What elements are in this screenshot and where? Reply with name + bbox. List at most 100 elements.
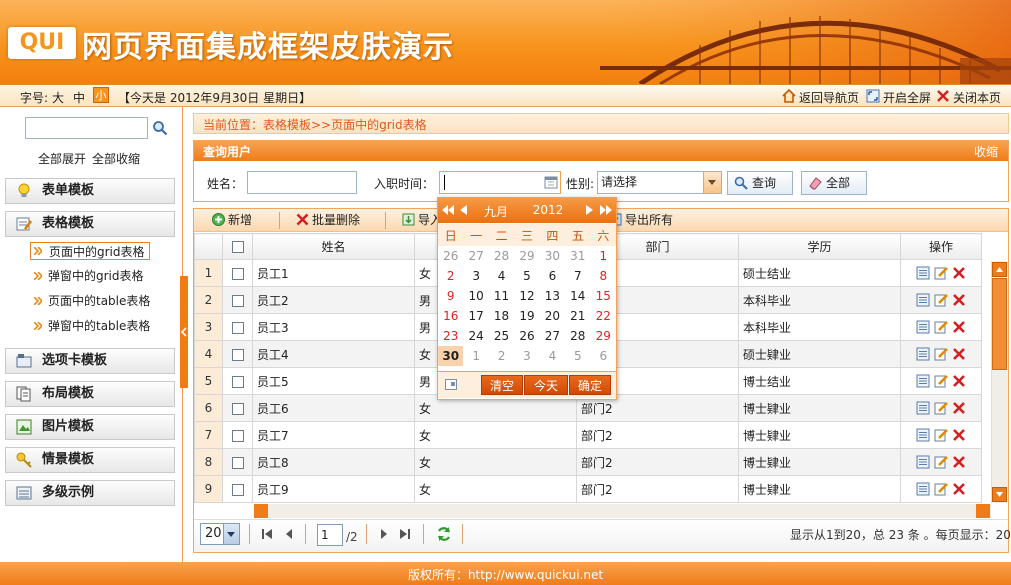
calendar-day[interactable]: 4 <box>489 266 514 286</box>
calendar-day[interactable]: 15 <box>591 286 616 306</box>
scroll-left-button[interactable] <box>254 504 268 518</box>
next-year-icon[interactable] <box>600 205 612 215</box>
row-checkbox[interactable] <box>231 456 244 469</box>
delete-icon[interactable] <box>952 455 966 469</box>
row-checkbox[interactable] <box>231 294 244 307</box>
calendar-day[interactable]: 9 <box>438 286 463 306</box>
delete-icon[interactable] <box>952 428 966 442</box>
delete-icon[interactable] <box>952 347 966 361</box>
calendar-day[interactable]: 29 <box>591 326 616 346</box>
view-icon[interactable] <box>916 347 930 361</box>
row-select-cell[interactable] <box>222 259 253 287</box>
view-icon[interactable] <box>916 293 930 307</box>
calendar-day[interactable]: 6 <box>540 266 565 286</box>
calendar-day[interactable]: 19 <box>514 306 539 326</box>
edit-icon[interactable] <box>934 482 948 496</box>
expand-all-link[interactable]: 全部展开 <box>38 150 86 167</box>
column-header-name[interactable]: 姓名 <box>252 233 415 260</box>
calendar-day[interactable]: 13 <box>540 286 565 306</box>
edit-icon[interactable] <box>934 401 948 415</box>
calendar-day[interactable]: 30 <box>438 346 464 366</box>
calendar-day[interactable]: 28 <box>565 326 590 346</box>
view-icon[interactable] <box>916 401 930 415</box>
next-page-icon[interactable] <box>379 528 389 540</box>
row-checkbox[interactable] <box>231 483 244 496</box>
row-select-cell[interactable] <box>222 340 253 368</box>
edit-icon[interactable] <box>934 320 948 334</box>
edit-icon[interactable] <box>934 374 948 388</box>
calendar-icon[interactable] <box>544 175 558 189</box>
calendar-day[interactable]: 8 <box>591 266 616 286</box>
calendar-day[interactable]: 10 <box>463 286 488 306</box>
first-page-icon[interactable] <box>261 528 273 540</box>
row-checkbox[interactable] <box>231 267 244 280</box>
sub-item-dialog-grid[interactable]: 弹窗中的grid表格 <box>30 267 144 285</box>
delete-icon[interactable] <box>952 401 966 415</box>
row-select-cell[interactable] <box>222 448 253 476</box>
row-select-cell[interactable] <box>222 367 253 395</box>
collapse-all-link[interactable]: 全部收缩 <box>92 150 140 167</box>
calendar-day[interactable]: 12 <box>514 286 539 306</box>
row-checkbox[interactable] <box>231 348 244 361</box>
edit-icon[interactable] <box>934 455 948 469</box>
calendar-day[interactable]: 23 <box>438 326 463 346</box>
row-checkbox[interactable] <box>231 429 244 442</box>
view-icon[interactable] <box>916 320 930 334</box>
date-picker-year[interactable]: 2012 <box>532 203 564 217</box>
close-page-link[interactable]: 关闭本页 <box>953 89 1001 106</box>
calendar-day[interactable]: 26 <box>514 326 539 346</box>
row-checkbox[interactable] <box>231 375 244 388</box>
query-collapse-link[interactable]: 收缩 <box>974 143 998 160</box>
last-page-icon[interactable] <box>399 528 411 540</box>
select-all-header[interactable] <box>222 233 253 260</box>
table-row[interactable]: 7 员工7 女部门2 博士肄业 <box>194 421 982 449</box>
prev-year-icon[interactable] <box>442 205 454 215</box>
column-header-education[interactable]: 学历 <box>738 233 901 260</box>
select-all-checkbox[interactable] <box>231 241 244 253</box>
name-input[interactable] <box>247 171 357 194</box>
calendar-day[interactable]: 14 <box>565 286 590 306</box>
view-icon[interactable] <box>916 266 930 280</box>
search-icon[interactable] <box>152 120 168 136</box>
calendar-day[interactable]: 17 <box>463 306 488 326</box>
row-select-cell[interactable] <box>222 421 253 449</box>
sub-item-page-table[interactable]: 页面中的table表格 <box>30 292 150 310</box>
page-number-input[interactable]: 1 <box>317 524 343 546</box>
hire-date-input[interactable] <box>439 171 561 194</box>
edit-icon[interactable] <box>934 293 948 307</box>
calendar-day[interactable]: 3 <box>514 346 539 366</box>
delete-icon[interactable] <box>952 266 966 280</box>
view-icon[interactable] <box>916 374 930 388</box>
calendar-day[interactable]: 5 <box>514 266 539 286</box>
row-checkbox[interactable] <box>231 321 244 334</box>
font-size-small[interactable]: 小 <box>93 87 109 103</box>
calendar-day[interactable]: 5 <box>565 346 590 366</box>
calendar-day[interactable]: 11 <box>489 286 514 306</box>
add-button[interactable]: 新增 <box>212 212 252 229</box>
horizontal-scrollbar[interactable] <box>254 504 991 518</box>
nav-home-link[interactable]: 返回导航页 <box>799 89 859 106</box>
calendar-day[interactable]: 22 <box>591 306 616 326</box>
import-button[interactable]: 导入 <box>402 212 442 229</box>
calendar-day[interactable]: 1 <box>463 346 488 366</box>
calendar-day[interactable]: 20 <box>540 306 565 326</box>
delete-icon[interactable] <box>952 320 966 334</box>
scroll-right-button[interactable] <box>976 504 990 518</box>
view-icon[interactable] <box>916 455 930 469</box>
edit-icon[interactable] <box>934 347 948 361</box>
date-picker-month[interactable]: 九月 <box>484 203 508 220</box>
sidebar-search-input[interactable] <box>25 117 148 139</box>
calendar-day[interactable]: 24 <box>463 326 488 346</box>
calendar-day[interactable]: 30 <box>540 246 565 266</box>
delete-icon[interactable] <box>952 482 966 496</box>
calendar-day[interactable]: 18 <box>489 306 514 326</box>
edit-icon[interactable] <box>934 428 948 442</box>
table-row[interactable]: 8 员工8 女部门2 博士肄业 <box>194 448 982 476</box>
font-size-large[interactable]: 大 <box>52 89 64 106</box>
row-select-cell[interactable] <box>222 394 253 422</box>
vertical-scroll-thumb[interactable] <box>992 278 1007 370</box>
edit-icon[interactable] <box>934 266 948 280</box>
calendar-day[interactable]: 3 <box>463 266 488 286</box>
delete-icon[interactable] <box>952 374 966 388</box>
calendar-day[interactable]: 16 <box>438 306 463 326</box>
